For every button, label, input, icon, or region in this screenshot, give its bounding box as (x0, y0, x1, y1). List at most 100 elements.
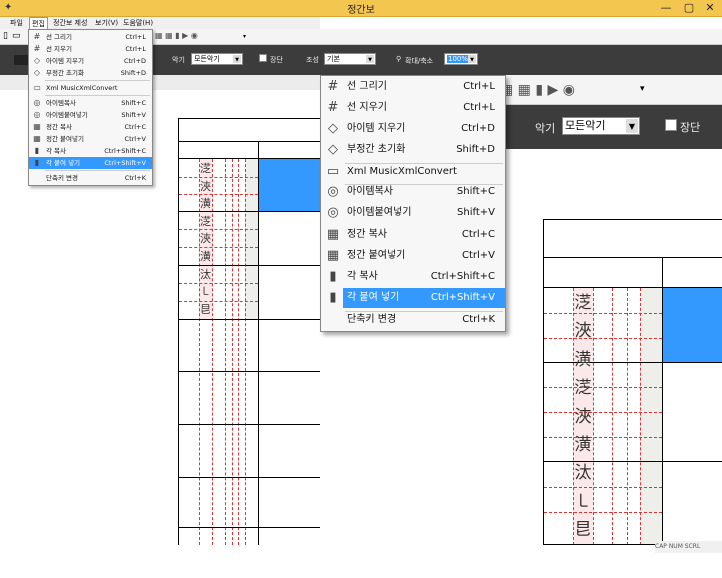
dash-row (179, 194, 258, 195)
copy-column-icon: ▮ (34, 146, 40, 155)
menu-item-paste-column[interactable]: 각 붙여 넣기 Ctrl+Shift+V (343, 288, 505, 308)
copy-item-icon: ◎ (327, 184, 339, 199)
zoomed-instrument-select[interactable]: 모든악기 ▼ (562, 117, 640, 135)
instrument-select[interactable]: 모든악기 ▼ (191, 53, 243, 65)
menu-item-paste-cell[interactable]: ▦ 정간 붙여넣기 Ctrl+V (321, 246, 505, 266)
jangdan-label: 장단 (270, 56, 283, 64)
dash-line (593, 288, 594, 545)
note-glyph: 浹 (574, 321, 592, 342)
note-glyph: 潢 (200, 197, 211, 211)
menu-item-erase-line[interactable]: # 선 지우기 Ctrl+L (29, 43, 152, 55)
note-glyph: 潢 (574, 349, 592, 370)
paste-item-icon: ◎ (327, 205, 339, 220)
jangdan-checkbox[interactable] (259, 54, 267, 62)
zoomed-jangdan-label: 장단 (680, 121, 701, 134)
zoomed-instrument-label: 악기 (535, 122, 556, 135)
dash-row (179, 229, 258, 230)
menu-view[interactable]: 보기(V) (95, 17, 118, 29)
dash-row (544, 313, 662, 314)
menu-item-draw-line[interactable]: # 선 그리기 Ctrl+L (321, 77, 505, 97)
menu-item-xml-convert[interactable]: ▭ Xml MusicXmlConvert (321, 162, 505, 182)
chevron-down-icon: ▼ (233, 55, 241, 63)
menu-item-copy-cell[interactable]: ▦ 정간 복사 Ctrl+C (321, 225, 505, 245)
menu-item-copy-item[interactable]: ◎ 아이템복사 Shift+C (29, 97, 152, 109)
zoomed-jangdan-checkbox[interactable] (665, 119, 677, 131)
menu-item-paste-cell[interactable]: ▦ 정간 붙여넣기 Ctrl+V (29, 133, 152, 145)
toolbar-light-extension (320, 29, 722, 45)
zoomed-score-subheader (543, 258, 722, 288)
note-glyph: ㇄ (574, 491, 592, 512)
app-icon[interactable]: ✦ (4, 2, 16, 14)
zoomed-toolbar-icons[interactable]: ▦ ▦ ▮ ▶ ◉ (500, 82, 575, 98)
menu-item-erase-line[interactable]: # 선 지우기 Ctrl+L (321, 98, 505, 118)
row-line (543, 362, 722, 363)
dash-row (544, 487, 662, 488)
zoom-icon: ⚲ (396, 55, 402, 63)
menu-item-copy-column[interactable]: ▮ 각 복사 Ctrl+Shift+C (321, 267, 505, 287)
copy-column-icon: ▮ (329, 269, 337, 284)
note-glyph: 浹 (574, 406, 592, 427)
menu-item-draw-line[interactable]: # 선 그리기 Ctrl+L (29, 31, 152, 43)
menu-item-copy-column[interactable]: ▮ 각 복사 Ctrl+Shift+C (29, 145, 152, 157)
dash-row (544, 437, 662, 438)
zoomed-toolbar-dark: 악기 모든악기 ▼ 장단 (500, 105, 722, 149)
menu-item-shortcut-change[interactable]: 단축키 변경 Ctrl+K (321, 310, 505, 330)
copy-cell-icon: ▦ (326, 227, 340, 242)
menu-item-reset-subcell[interactable]: ◇ 부정간 초기화 Shift+D (321, 140, 505, 160)
zoomed-left-border (543, 288, 544, 545)
toolbar-chevron-icon[interactable]: ▾ (243, 33, 246, 40)
menu-bar: 파일 편집 정간보 제성 보기(V) 도움말(H) (0, 17, 320, 29)
dash-row (544, 412, 662, 413)
xml-icon: ▭ (33, 83, 41, 92)
minimize-icon[interactable]: — (656, 0, 676, 17)
menu-item-delete-item[interactable]: ◇ 아이템 지우기 Ctrl+D (321, 119, 505, 139)
new-file-icon[interactable]: ▯ (3, 31, 8, 41)
open-file-icon[interactable]: ▭ (12, 31, 21, 41)
grid-icon: # (33, 32, 41, 41)
menu-item-shortcut-change[interactable]: 단축키 변경 Ctrl+K (29, 172, 152, 184)
note-glyph: 潢 (574, 435, 592, 456)
dash-row (179, 247, 258, 248)
edit-menu-zoomed: # 선 그리기 Ctrl+L # 선 지우기 Ctrl+L ◇ 아이템 지우기 Ctrl+D… (320, 75, 506, 332)
zoomed-chevron-icon[interactable]: ▾ (640, 84, 645, 94)
note-glyph: 㴀 (574, 293, 592, 313)
dash-row (544, 512, 662, 513)
toolbar-dark-extension (320, 45, 722, 75)
maximize-icon[interactable]: ▢ (680, 0, 698, 17)
row-line (178, 319, 320, 320)
menu-help[interactable]: 도움말(H) (123, 17, 153, 29)
edit-menu-small: # 선 그리기 Ctrl+L # 선 지우기 Ctrl+L ◇ 아이템 지우기 Ctrl+D… (28, 29, 153, 186)
menu-separator (45, 170, 150, 171)
paste-item-icon: ◎ (33, 110, 41, 119)
row-line (178, 527, 320, 528)
zoom-select[interactable]: 100% ▼ (444, 53, 478, 65)
key-select-visible[interactable]: 기본 ▼ (324, 53, 376, 65)
menu-file[interactable]: 파일 (10, 17, 23, 29)
close-icon[interactable]: ✕ (700, 0, 720, 17)
menu-item-reset-subcell[interactable]: ◇ 부정간 초기화 Shift+D (29, 67, 152, 79)
dash-line (232, 159, 233, 545)
dash-line (238, 159, 239, 545)
dash-row (544, 338, 662, 339)
dash-line (640, 288, 641, 545)
zoomed-toolbar-light: ▦ ▦ ▮ ▶ ◉ ▾ (500, 75, 722, 105)
menu-separator (45, 80, 150, 81)
score-header-row (178, 118, 320, 142)
menu-item-copy-item[interactable]: ◎ 아이템복사 Shift+C (321, 182, 505, 202)
menu-score[interactable]: 정간보 제성 (53, 17, 87, 29)
menu-item-paste-item[interactable]: ◎ 아이템붙여넣기 Shift+V (321, 203, 505, 223)
menu-item-paste-item[interactable]: ◎ 아이템붙여넣기 Shift+V (29, 109, 152, 121)
menu-item-paste-column[interactable]: ▮ 각 붙여 넣기 Ctrl+Shift+V (29, 157, 152, 169)
toolbar-icons[interactable]: ▦ ▦ ▮ ▶ ◉ (155, 31, 198, 40)
note-glyph: ㇄ (200, 285, 211, 299)
menu-edit[interactable]: 편집 (29, 17, 48, 29)
dash-line (225, 159, 226, 545)
zoomed-score-header (543, 219, 722, 258)
note-glyph: 汰 (200, 267, 211, 281)
menu-item-delete-item[interactable]: ◇ 아이템 지우기 Ctrl+D (29, 55, 152, 67)
note-glyph: 㫐 (200, 302, 211, 316)
selected-cell[interactable] (259, 159, 320, 211)
menu-item-copy-cell[interactable]: ▦ 정간 복사 Ctrl+C (29, 121, 152, 133)
menu-item-xml-convert[interactable]: ▭ Xml MusicXmlConvert (29, 82, 152, 94)
zoomed-selected-cell[interactable] (663, 288, 722, 362)
